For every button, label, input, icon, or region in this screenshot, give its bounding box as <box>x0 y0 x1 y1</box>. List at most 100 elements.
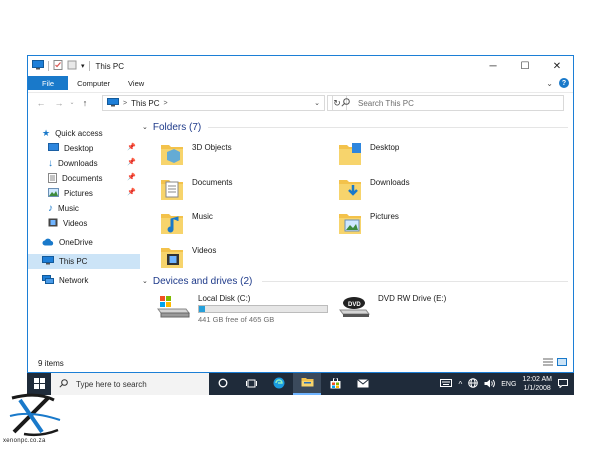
folder-desktop[interactable]: Desktop <box>338 140 399 168</box>
film-icon <box>48 218 58 229</box>
folder-documents[interactable]: Documents <box>160 175 232 203</box>
up-arrow-icon[interactable]: ↑ <box>76 98 94 108</box>
picture-icon <box>48 188 59 199</box>
sidebar-item-desktop[interactable]: Desktop 📌 <box>28 141 140 156</box>
minimize-button[interactable]: ─ <box>477 56 509 76</box>
folder-label: Documents <box>192 178 233 187</box>
search-icon <box>341 97 350 109</box>
folder-label: Music <box>192 212 213 221</box>
folder-videos[interactable]: Videos <box>160 243 216 271</box>
network-globe-icon[interactable] <box>468 378 479 390</box>
sidebar-item-pictures[interactable]: Pictures 📌 <box>28 186 140 201</box>
close-button[interactable]: ✕ <box>541 56 573 76</box>
group-title: Devices and drives (2) <box>152 275 253 287</box>
cloud-icon <box>42 238 54 248</box>
language-indicator[interactable]: ENG <box>501 381 516 388</box>
pin-icon[interactable]: 📌 <box>127 143 136 151</box>
folder-music-icon <box>160 209 184 237</box>
tab-view[interactable]: View <box>119 76 153 90</box>
sidebar-item-downloads[interactable]: ↓ Downloads 📌 <box>28 156 140 171</box>
clock[interactable]: 12:02 AM 1/1/2008 <box>522 375 552 393</box>
drive-local-disk-c[interactable]: Local Disk (C:) 441 GB free of 465 GB <box>156 294 328 324</box>
chevron-up-icon[interactable]: ^ <box>458 380 462 389</box>
folder-3d-objects[interactable]: 3D Objects <box>160 140 232 168</box>
sidebar-item-label: Network <box>59 276 89 285</box>
cortana-button[interactable] <box>209 373 237 395</box>
address-row: ← → ⌄ ↑ > This PC > ⌄ ↻ Search This PC <box>28 92 573 112</box>
store-button[interactable] <box>321 373 349 395</box>
address-bar[interactable]: > This PC > ⌄ <box>102 95 325 111</box>
view-toggles <box>543 358 573 368</box>
folder-label: Downloads <box>370 178 410 187</box>
sidebar-item-videos[interactable]: Videos <box>28 216 140 231</box>
folder-label: Desktop <box>370 143 400 152</box>
forward-arrow-icon[interactable]: → <box>50 98 68 108</box>
group-title: Folders (7) <box>152 121 202 133</box>
sidebar-item-documents[interactable]: Documents 📌 <box>28 171 140 186</box>
folder-downloads[interactable]: Downloads <box>338 175 410 203</box>
customize-toolbar-icon[interactable]: ▾ <box>81 62 85 70</box>
dvd-badge: DVD <box>348 302 361 308</box>
edge-browser-button[interactable] <box>265 373 293 395</box>
details-view-icon[interactable] <box>543 358 553 368</box>
keyboard-icon[interactable] <box>440 379 453 389</box>
file-explorer-window: ▾ This PC ─ ☐ ✕ File Computer View ⌄ ? ←… <box>27 55 574 373</box>
drive-dvd-rw-e[interactable]: DVD DVD RW Drive (E:) <box>338 294 446 320</box>
sidebar-item-label: Downloads <box>58 159 98 168</box>
drive-free-space: 441 GB free of 465 GB <box>198 315 275 324</box>
network-icon <box>42 275 54 286</box>
sidebar-item-this-pc[interactable]: This PC <box>28 254 140 269</box>
sidebar-item-music[interactable]: ♪ Music <box>28 201 140 216</box>
properties-icon[interactable] <box>53 60 63 72</box>
sidebar-item-label: Music <box>58 204 79 213</box>
volume-icon[interactable] <box>484 379 496 390</box>
folder-3d-objects-icon <box>160 140 184 168</box>
address-dropdown-icon[interactable]: ⌄ <box>310 99 324 107</box>
tab-computer[interactable]: Computer <box>68 76 119 90</box>
drive-info: Local Disk (C:) 441 GB free of 465 GB <box>198 294 328 324</box>
pin-icon[interactable]: 📌 <box>127 173 136 181</box>
new-folder-icon[interactable] <box>67 60 77 72</box>
help-icon[interactable]: ? <box>559 78 569 88</box>
expand-ribbon-icon[interactable]: ⌄ <box>546 79 553 88</box>
toolbar-separator <box>48 61 49 71</box>
taskbar-search-input[interactable]: Type here to search <box>51 373 209 395</box>
window-controls: ─ ☐ ✕ <box>477 56 573 76</box>
notification-icon[interactable] <box>558 378 568 390</box>
folder-videos-icon <box>160 243 184 271</box>
task-view-button[interactable] <box>237 373 265 395</box>
star-icon: ★ <box>42 128 51 138</box>
sidebar-item-network[interactable]: Network <box>28 273 140 288</box>
large-icons-view-icon[interactable] <box>557 358 567 368</box>
hard-drive-icon <box>156 294 190 324</box>
mail-button[interactable] <box>349 373 377 395</box>
folders-group-header[interactable]: ⌄ Folders (7) <box>142 120 568 134</box>
drives-group-header[interactable]: ⌄ Devices and drives (2) <box>142 274 568 288</box>
folder-documents-icon <box>160 175 184 203</box>
back-arrow-icon[interactable]: ← <box>32 98 50 108</box>
pin-icon[interactable]: 📌 <box>127 188 136 196</box>
clock-time: 12:02 AM <box>522 376 552 383</box>
folder-pictures-icon <box>338 209 362 237</box>
file-explorer-taskbar-button[interactable] <box>293 373 321 395</box>
path-segment-this-pc[interactable]: This PC <box>131 99 159 108</box>
taskbar: Type here to search ^ ENG 12:02 AM 1/1/2… <box>27 373 574 395</box>
cortana-circle-icon <box>218 378 228 390</box>
content-pane: ⌄ Folders (7) 3D Objects Desktop Documen… <box>142 118 572 350</box>
pin-icon[interactable]: 📌 <box>127 158 136 166</box>
sidebar-item-onedrive[interactable]: OneDrive <box>28 235 140 250</box>
sidebar-item-label: Desktop <box>64 144 94 153</box>
taskbar-search-placeholder: Type here to search <box>76 379 147 389</box>
recent-locations-icon[interactable]: ⌄ <box>68 99 76 106</box>
tab-file[interactable]: File <box>28 76 69 90</box>
maximize-button[interactable]: ☐ <box>509 56 541 76</box>
folder-music[interactable]: Music <box>160 209 213 237</box>
search-input[interactable]: Search This PC <box>332 95 564 111</box>
sidebar-item-label: This PC <box>59 257 88 266</box>
folder-label: Pictures <box>370 212 399 221</box>
window-title: This PC <box>95 61 124 71</box>
mail-envelope-icon <box>357 378 369 390</box>
dvd-drive-icon: DVD <box>338 294 370 320</box>
folder-pictures[interactable]: Pictures <box>338 209 399 237</box>
sidebar-item-quick-access[interactable]: ★ Quick access <box>28 126 140 141</box>
